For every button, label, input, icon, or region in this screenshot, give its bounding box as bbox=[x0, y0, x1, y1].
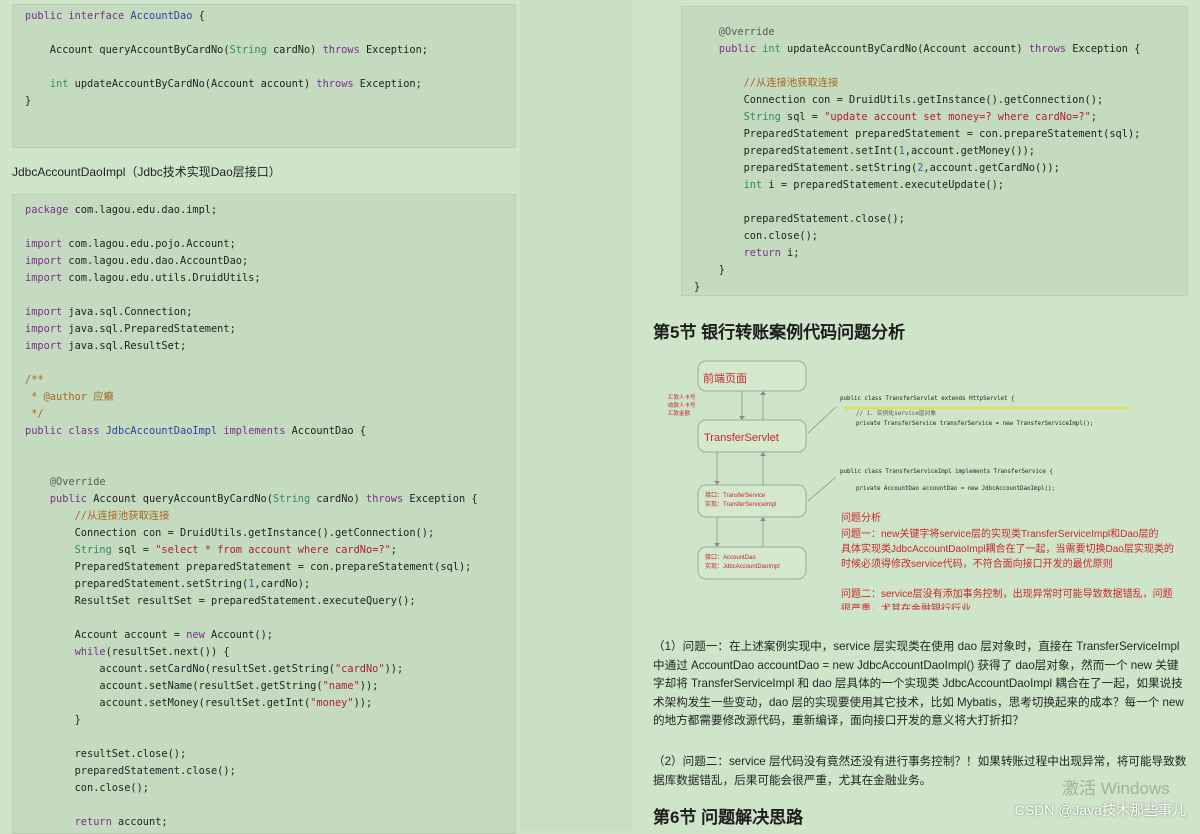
impl-code-line: @Override bbox=[25, 476, 106, 488]
impl-code-line: /** bbox=[25, 374, 44, 386]
update-code-line bbox=[694, 194, 1175, 211]
impl-code-line: import java.sql.PreparedStatement; bbox=[25, 323, 236, 335]
code-block-jdbc-impl: package com.lagou.edu.dao.impl; import c… bbox=[12, 194, 516, 834]
impl-code-line: import java.sql.Connection; bbox=[25, 306, 193, 318]
impl-code-line: ResultSet resultSet = preparedStatement.… bbox=[25, 595, 416, 607]
impl-code-line: import com.lagou.edu.dao.AccountDao; bbox=[25, 255, 249, 267]
impl-code-line bbox=[25, 797, 503, 814]
impl-code-line: import com.lagou.edu.utils.DruidUtils; bbox=[25, 272, 261, 284]
update-code-line: PreparedStatement preparedStatement = co… bbox=[694, 128, 1141, 140]
windows-watermark: 激活 Windows bbox=[1062, 779, 1170, 798]
interface-code-line: int updateAccountByCardNo(Account accoun… bbox=[49, 78, 422, 90]
impl-code-line: while(resultSet.next()) { bbox=[74, 646, 230, 658]
update-code-line: Connection con = DruidUtils.getInstance(… bbox=[694, 94, 1104, 106]
impl-code-line bbox=[25, 440, 503, 457]
side-label-3: 汇款金额 bbox=[668, 409, 691, 417]
side-label-2: 收款人卡号 bbox=[668, 401, 696, 409]
impl-code-line: * @author 应癫 bbox=[25, 391, 114, 403]
frontend-label: 前端页面 bbox=[703, 371, 747, 385]
servlet-code-line-1: public class TransferServlet extends Htt… bbox=[840, 396, 1015, 402]
analysis-q1-line: 时候必须得修改service代码，不符合面向接口开发的最优原则 bbox=[841, 557, 1113, 570]
impl-code-line: preparedStatement.close(); bbox=[25, 765, 236, 777]
update-code-line bbox=[694, 58, 1175, 75]
code-block-update-method: @Override public int updateAccountByCard… bbox=[681, 6, 1188, 296]
interface-code-line bbox=[25, 25, 503, 42]
code-block-account-dao: public interface AccountDao { Account qu… bbox=[12, 4, 516, 148]
servlet-code-line-3: // 1. 实例化service层对象 bbox=[856, 409, 936, 417]
section-caption: JdbcAccountDaoImpl（Jdbc技术实现Dao层接口） bbox=[12, 165, 281, 179]
update-code-line: preparedStatement.close(); bbox=[694, 213, 905, 225]
update-code-line: String sql = "update account set money=?… bbox=[743, 111, 1097, 123]
service-box bbox=[697, 484, 807, 518]
update-code-line: int i = preparedStatement.executeUpdate(… bbox=[743, 179, 1004, 191]
update-code-line: } bbox=[694, 264, 725, 276]
impl-code-line bbox=[25, 287, 503, 304]
interface-code-line: } bbox=[25, 95, 32, 107]
interface-code-line: public interface AccountDao { bbox=[25, 10, 205, 22]
impl-code-line: account.setName(resultSet.getString("nam… bbox=[25, 680, 379, 692]
interface-code-line bbox=[25, 59, 503, 76]
service-label-interface: 接口：TransferService bbox=[705, 491, 766, 499]
dao-label-interface: 接口：AccountDao bbox=[705, 553, 756, 561]
update-code-line: return i; bbox=[743, 247, 800, 259]
analysis-q2-line: 很严重，尤其在金融银行行业 bbox=[841, 602, 971, 610]
impl-code-line: //从连接池获取连接 bbox=[25, 510, 170, 522]
dao-label-impl: 实现：JdbcAccountDaoImpl bbox=[705, 562, 780, 570]
impl-code-line: preparedStatement.setString(1,cardNo); bbox=[25, 578, 311, 590]
servlet-label: TransferServlet bbox=[704, 432, 779, 444]
section5-heading: 第5节 银行转账案例代码问题分析 bbox=[653, 323, 906, 342]
impl-code-line bbox=[25, 610, 503, 627]
impl-code-line: account.setMoney(resultSet.getInt("money… bbox=[25, 697, 373, 709]
impl-code-line: con.close(); bbox=[25, 782, 149, 794]
impl-code-line: } bbox=[25, 714, 81, 726]
update-code-line: } bbox=[694, 281, 701, 293]
dao-box bbox=[697, 546, 807, 580]
impl-code-line bbox=[25, 219, 503, 236]
update-code-line: con.close(); bbox=[694, 230, 818, 242]
impl-code-line: import java.sql.ResultSet; bbox=[25, 340, 187, 352]
service-code-line-3: private AccountDao accountDao = new Jdbc… bbox=[856, 486, 1055, 492]
impl-code-line: Connection con = DruidUtils.getInstance(… bbox=[25, 527, 435, 539]
section6-heading: 第6节 问题解决思路 bbox=[653, 808, 804, 827]
interface-code-line: Account queryAccountByCardNo(String card… bbox=[25, 44, 428, 56]
impl-code-line: account.setCardNo(resultSet.getString("c… bbox=[25, 663, 404, 675]
service-label-impl: 实现：TransferServiceImpl bbox=[705, 500, 776, 508]
service-code-line-1: public class TransferServiceImpl impleme… bbox=[840, 469, 1053, 475]
impl-code-line: import com.lagou.edu.pojo.Account; bbox=[25, 238, 236, 250]
csdn-watermark: CSDN @Java技术那些事儿 bbox=[1014, 802, 1186, 818]
servlet-code-line-4: private TransferService transferService … bbox=[856, 421, 1093, 427]
analysis-q2-line: 问题二：service层没有添加事务控制，出现异常时可能导致数据错乱，问题 bbox=[841, 587, 1173, 600]
analysis-q1-line: 问题一：new关键字将service层的实现类TransferServiceIm… bbox=[841, 527, 1158, 540]
architecture-diagram: 前端页面 TransferServlet 接口：TransferService … bbox=[668, 360, 1174, 610]
impl-code-line bbox=[25, 355, 503, 372]
impl-code-line: package com.lagou.edu.dao.impl; bbox=[25, 204, 218, 216]
side-label-1: 汇款人卡号 bbox=[668, 393, 696, 401]
paragraph-problem-one: （1）问题一：在上述案例实现中，service 层实现类在使用 dao 层对象时… bbox=[653, 640, 1184, 728]
impl-code-line: */ bbox=[25, 408, 44, 420]
update-code-line: preparedStatement.setString(2,account.ge… bbox=[694, 162, 1060, 174]
impl-code-line bbox=[25, 457, 503, 474]
update-code-line: public int updateAccountByCardNo(Account… bbox=[718, 43, 1141, 55]
update-code-line: preparedStatement.setInt(1,account.getMo… bbox=[694, 145, 1035, 157]
impl-code-line: public Account queryAccountByCardNo(Stri… bbox=[49, 493, 478, 505]
impl-code-line: resultSet.close(); bbox=[25, 748, 187, 760]
impl-code-line: String sql = "select * from account wher… bbox=[74, 544, 397, 556]
impl-code-line: Account account = new Account(); bbox=[25, 629, 273, 641]
update-code-line: @Override bbox=[694, 26, 775, 38]
analysis-title: 问题分析 bbox=[841, 511, 881, 524]
impl-code-line: PreparedStatement preparedStatement = co… bbox=[25, 561, 472, 573]
impl-code-line: return account; bbox=[74, 816, 168, 828]
impl-code-line: public class JdbcAccountDaoImpl implemen… bbox=[25, 425, 366, 437]
update-code-line: //从连接池获取连接 bbox=[694, 77, 839, 89]
analysis-q1-line: 具体实现类JdbcAccountDaoImpl耦合在了一起，当需要切换Dao层实… bbox=[841, 542, 1174, 555]
impl-code-line bbox=[25, 729, 503, 746]
column-gap bbox=[520, 0, 632, 830]
